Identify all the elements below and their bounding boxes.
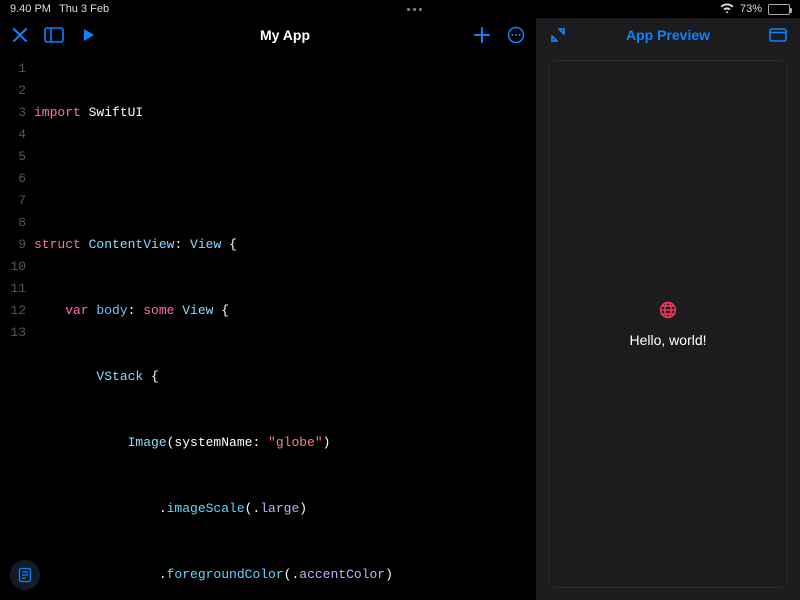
more-button[interactable] <box>506 25 526 45</box>
documentation-button[interactable] <box>10 560 40 590</box>
battery-percent: 73% <box>740 3 762 15</box>
line-gutter: 1 2 3 4 5 6 7 8 9 10 11 12 13 <box>0 58 34 600</box>
preview-canvas: Hello, world! <box>548 60 788 588</box>
status-bar: 9.40 PM Thu 3 Feb 73% <box>0 0 800 18</box>
preview-pane: App Preview Hello, world! <box>536 18 800 600</box>
editor-pane: My App 1 2 3 4 5 6 7 8 9 10 11 12 <box>0 18 536 600</box>
expand-icon[interactable] <box>548 25 568 45</box>
globe-icon <box>659 301 677 324</box>
editor-header: My App <box>0 18 536 52</box>
window-icon[interactable] <box>768 25 788 45</box>
multitask-dots-icon[interactable] <box>407 8 422 11</box>
editor-title: My App <box>112 27 458 43</box>
wifi-icon <box>720 2 734 16</box>
sidebar-toggle-icon[interactable] <box>44 25 64 45</box>
add-button[interactable] <box>472 25 492 45</box>
code-editor[interactable]: 1 2 3 4 5 6 7 8 9 10 11 12 13 import Swi… <box>0 52 536 600</box>
preview-title: App Preview <box>568 27 768 43</box>
battery-icon <box>768 4 790 15</box>
status-date: Thu 3 Feb <box>59 3 109 15</box>
close-icon[interactable] <box>10 25 30 45</box>
status-time: 9.40 PM <box>10 3 51 15</box>
run-button[interactable] <box>78 25 98 45</box>
preview-header: App Preview <box>536 18 800 52</box>
preview-hello-text: Hello, world! <box>629 332 706 348</box>
code-content[interactable]: import SwiftUI struct ContentView: View … <box>34 58 536 600</box>
